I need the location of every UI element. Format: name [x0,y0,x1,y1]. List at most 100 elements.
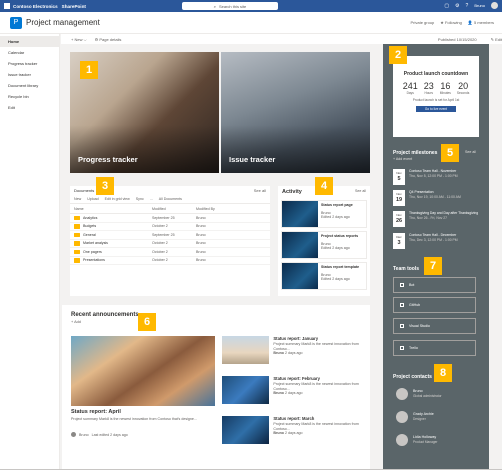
folder-icon [74,215,80,220]
org-name[interactable]: Contoso Electronics [13,4,58,9]
doc-more-button[interactable]: ... [150,197,153,201]
folder-icon [74,249,80,254]
edit-button[interactable]: ✎ Edit [491,37,502,42]
table-row[interactable]: Market analysis October 2 Bruno [70,240,270,248]
doc-new-button[interactable]: New [74,197,81,201]
page-details-button[interactable]: ⚙ Page details [95,37,122,42]
documents-title: Documents [74,188,95,193]
activity-see-all[interactable]: See all [355,189,366,195]
activity-card[interactable]: Project status reports Bruno Edited 2 days… [281,231,367,259]
members-button[interactable]: 👤 5 members [468,20,494,25]
milestones-title: Project milestones [393,150,438,156]
author: Bruno [273,431,284,436]
site-title[interactable]: Project management [26,18,100,27]
app-name[interactable]: SharePoint [62,4,86,9]
milestone-item[interactable]: Nov 26 Thanksgiving Day and Day after Than… [393,211,479,227]
doc-grid-view-button[interactable]: Edit in grid view [105,197,130,201]
announcement-byline: Bruno 2 days ago [273,391,362,396]
doc-upload-button[interactable]: Upload [87,197,98,201]
nav-item-home[interactable]: Home [0,36,59,47]
site-logo[interactable]: P [10,16,22,29]
add-announcement-button[interactable]: + Add [62,319,370,325]
hero-tile-issue-tracker[interactable]: Issue tracker [221,52,370,173]
add-event-button[interactable]: + Add event [393,157,412,161]
column-modified[interactable]: Modified [152,207,196,211]
privacy-label: Private group [410,20,435,25]
nav-item-recycle-bin[interactable]: Recycle bin [0,91,59,102]
activity-card-when: Edited 2 days ago [321,246,350,251]
table-row[interactable]: One pagers October 2 Bruno [70,248,270,257]
table-row[interactable]: Analytics September 25 Bruno [70,214,270,223]
nav-item-progress-tracker[interactable]: Progress tracker [0,58,59,69]
new-label: New [74,36,83,42]
contact-card[interactable]: Bruno Global administrator [396,385,442,403]
tool-link-visual-studio[interactable]: Visual Studio [393,318,476,334]
follow-button[interactable]: ★ Following [440,20,462,25]
milestone-item[interactable]: Nov 19 Q4 Presentation Thu, Nov 19, 10:00 A… [393,190,479,206]
new-button[interactable]: + New ⌵ [71,37,87,42]
contact-card[interactable]: Grady Archie Designer [396,408,434,426]
announcement-item[interactable]: Status report: February Project summary M… [222,376,362,408]
milestone-date-badge: Nov 5 [393,169,405,185]
activity-card-title: Status report page [321,203,353,207]
announcement-main-title[interactable]: Status report: April [71,409,121,415]
table-row[interactable]: General September 25 Bruno [70,231,270,240]
activity-card-title: Project status reports [321,234,359,238]
announcements-title: Recent announcements [71,312,139,318]
milestone-title: Contoso Team Hall - December [409,233,457,237]
milestone-item[interactable]: Dec 3 Contoso Team Hall - December Thu, Dec… [393,233,479,249]
hero-section: Progress tracker Issue tracker [70,52,370,173]
contact-card[interactable]: Lidia Holloway Product Manager [396,431,437,449]
callout-badge-1: 1 [80,61,98,79]
live-event-button[interactable]: Go to live event [416,106,456,112]
nav-item-issue-tracker[interactable]: Issue tracker [0,69,59,80]
announcement-thumbnail [222,376,270,404]
announcements-webpart: Recent announcements + Add Status report… [62,305,370,470]
countdown-webpart: Product launch countdown 241 Days 23 Hours… [393,56,479,137]
table-row[interactable]: Budgets October 2 Bruno [70,223,270,231]
documents-toolbar: New Upload Edit in grid view Sync ... Al… [70,195,270,204]
activity-card[interactable]: Status report template Bruno Edited 2 days… [281,262,367,290]
callout-badge-2: 2 [389,46,407,64]
tool-link-trello[interactable]: Trello [393,340,476,356]
announcement-byline: Bruno 2 days ago [273,431,362,436]
table-row[interactable]: Presentations October 2 Bruno [70,257,270,265]
search-box[interactable]: ⌕ Search this site [182,2,278,10]
hero-shade [221,124,370,173]
column-name[interactable]: Name [74,207,152,211]
nav-item-edit[interactable]: Edit [0,102,59,113]
doc-view-selector[interactable]: All Documents [159,197,182,201]
nav-item-calendar[interactable]: Calendar [0,47,59,58]
team-tools-title: Team tools [393,266,420,272]
milestone-date: Thu, Nov 26 - Fri, Nov 27 [409,215,448,220]
documents-header-row: Name Modified Modified By [70,204,270,214]
chat-icon[interactable]: ▢ [444,3,449,9]
tool-link-github[interactable]: GitHub [393,297,476,313]
nav-item-document-library[interactable]: Document library [0,80,59,91]
add-event-label: Add event [395,157,413,161]
doc-sync-button[interactable]: Sync [136,197,144,201]
activity-thumbnail [282,232,318,258]
help-icon[interactable]: ? [466,3,469,9]
column-modified-by[interactable]: Modified By [196,207,236,211]
announcement-main-byline: Bruno Last edited 2 days ago [71,432,128,437]
gear-icon[interactable]: ⚙ [455,3,459,9]
announcement-item[interactable]: Status report: March Project summary Mark… [222,416,362,448]
app-launcher-icon[interactable] [4,3,10,9]
documents-see-all[interactable]: See all [254,188,266,193]
folder-modified-by: Bruno [196,232,206,237]
search-placeholder: Search this site [218,3,247,9]
tool-link-bot[interactable]: Bot [393,277,476,293]
countdown-minutes: 16 [440,81,451,91]
avatar[interactable] [491,2,498,9]
announcement-main-image[interactable] [71,336,215,406]
page-details-label: Page details [99,36,122,42]
milestones-see-all[interactable]: See all [465,150,476,154]
user-name[interactable]: Bruno [474,3,485,8]
milestone-item[interactable]: Nov 5 Contoso Team Hall - November Thu, Nov… [393,169,479,185]
folder-name: Analytics [83,215,98,220]
activity-card[interactable]: Status report page Bruno Edited 2 days ago [281,200,367,228]
activity-card-title: Status report template [321,265,360,269]
countdown-title: Product launch countdown [403,71,469,77]
announcement-item[interactable]: Status report: January Project summary Ma… [222,336,362,368]
